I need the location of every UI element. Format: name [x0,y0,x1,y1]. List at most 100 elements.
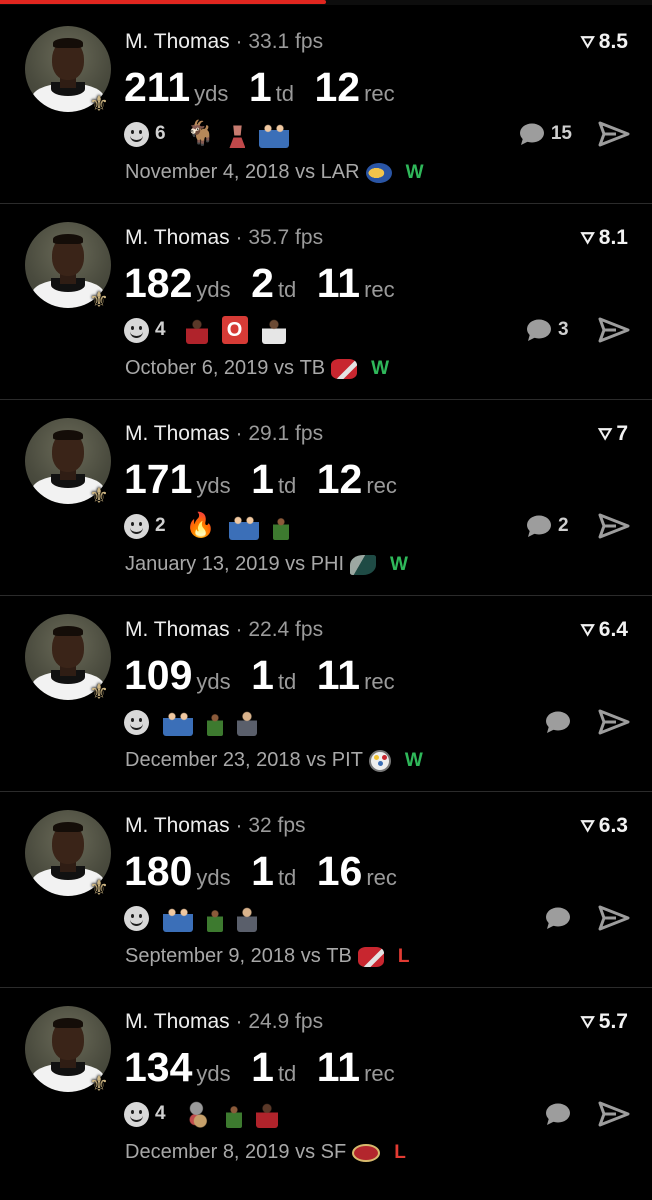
avatar-hair [53,430,83,440]
share-icon[interactable] [598,708,630,736]
play-card[interactable]: ⚜ M. Thomas · 22.4 fps ⛛ 6.4 109 yds 1 td 1… [0,596,652,792]
yards-unit: yds [196,277,231,302]
player-name[interactable]: M. Thomas [125,1010,230,1033]
smiley-reaction-icon[interactable] [124,121,149,147]
top-progress-bar [0,0,652,5]
avatar-hair [53,1018,83,1028]
yards-value: 134 [124,1044,193,1090]
reactions-bar[interactable]: 4 O [124,315,286,345]
goat-sticker-icon: 🐐 [185,120,216,147]
touchdowns-unit: td [277,865,297,890]
smiley-reaction-icon[interactable] [124,317,149,343]
opponent-logo-icon [331,358,358,379]
person-dark-sticker-icon [237,904,257,932]
opponent-logo-icon [357,946,384,967]
game-date: January 13, 2019 [125,553,280,575]
touchdowns-value: 1 [251,848,274,894]
player-name[interactable]: M. Thomas [125,814,230,837]
comment-icon[interactable] [544,708,572,736]
opponent-abbrev[interactable]: TB [300,357,326,380]
sticker-list [172,1100,278,1128]
rating-value: 7 [616,422,628,445]
opponent-abbrev[interactable]: SF [321,1141,347,1164]
comment-icon[interactable] [518,120,546,148]
opponent-abbrev[interactable]: PHI [311,553,344,576]
yards-unit: yds [194,81,229,106]
card-actions [544,904,630,932]
reactions-bar[interactable] [124,903,257,933]
player-name[interactable]: M. Thomas [125,618,230,641]
rating-value: 5.7 [598,1010,628,1033]
share-icon[interactable] [598,316,630,344]
share-icon[interactable] [598,120,630,148]
rating: ⛛ 6.3 [581,814,628,838]
smiley-reaction-icon[interactable] [124,709,149,735]
share-icon[interactable] [598,904,630,932]
smiley-reaction-icon[interactable] [124,513,149,539]
title-separator: · [235,422,243,445]
play-card[interactable]: ⚜ M. Thomas · 35.7 fps ⛛ 8.1 182 yds 2 td 1… [0,204,652,400]
comment-icon[interactable] [525,316,553,344]
touchdowns-value: 2 [251,260,274,306]
opponent-abbrev[interactable]: LAR [321,161,360,184]
title-separator: · [235,30,243,53]
versus-label: vs [300,945,321,967]
play-feed[interactable]: ⚜ M. Thomas · 33.1 fps ⛛ 8.5 211 yds 1 td 1… [0,8,652,1184]
rating-value: 6.4 [598,618,628,641]
rating-icon: ⛛ [580,1013,595,1032]
yards-value: 182 [124,260,193,306]
person-green-sticker-icon [273,512,290,540]
rating: ⛛ 8.1 [581,226,628,250]
card-title: M. Thomas · 32 fps [125,814,306,838]
play-card[interactable]: ⚜ M. Thomas · 33.1 fps ⛛ 8.5 211 yds 1 td 1… [0,8,652,204]
receptions-unit: rec [366,473,397,498]
reactions-bar[interactable] [124,707,257,737]
people-sticker-icon [163,904,193,932]
touchdowns-value: 1 [248,64,272,110]
receptions-unit: rec [364,81,395,106]
play-card[interactable]: ⚜ M. Thomas · 32 fps ⛛ 6.3 180 yds 1 td 16 r… [0,792,652,988]
sticker-list: 🔥 [172,512,290,540]
card-title: M. Thomas · 33.1 fps [125,30,323,54]
smiley-reaction-icon[interactable] [124,1101,149,1127]
person-dark-sticker-icon [237,708,257,736]
rating: ⛛ 8.5 [581,30,628,54]
share-icon[interactable] [598,1100,630,1128]
person-green-sticker-icon [225,1100,242,1128]
opponent-abbrev[interactable]: TB [326,945,352,968]
comment-icon[interactable] [544,1100,572,1128]
play-card[interactable]: ⚜ M. Thomas · 24.9 fps ⛛ 5.7 134 yds 1 td 1… [0,988,652,1184]
touchdowns-value: 1 [251,652,274,698]
opponent-abbrev[interactable]: PIT [332,749,363,772]
rating-icon: ⛛ [580,33,595,52]
fps-value: 33.1 fps [248,30,324,53]
fleur-de-lis-icon: ⚜ [89,287,109,312]
comment-icon[interactable] [544,904,572,932]
card-actions [544,708,630,736]
yards-unit: yds [196,473,231,498]
letter-o-sticker-icon: O [221,316,248,344]
player-name[interactable]: M. Thomas [125,226,230,249]
play-card[interactable]: ⚜ M. Thomas · 29.1 fps ⛛ 7 171 yds 1 td 12 r… [0,400,652,596]
rating-value: 8.5 [598,30,628,53]
game-meta: November 4, 2018 vs LAR W [125,161,424,184]
versus-label: vs [274,357,294,379]
stats-line: 180 yds 1 td 16 rec [124,848,413,895]
stats-line: 182 yds 2 td 11 rec [124,260,411,307]
smiley-reaction-icon[interactable] [124,905,149,931]
reactions-bar[interactable]: 6 🐐 [124,119,290,149]
comment-icon[interactable] [525,512,553,540]
receptions-value: 11 [316,260,361,306]
person-green-sticker-icon [207,904,223,932]
receptions-value: 16 [316,848,363,894]
reactions-bar[interactable]: 2 🔥 [124,511,290,541]
player-name[interactable]: M. Thomas [125,422,230,445]
yards-value: 180 [124,848,193,894]
player-name[interactable]: M. Thomas [125,30,230,53]
game-date: September 9, 2018 [125,945,296,967]
game-date: October 6, 2019 [125,357,269,379]
card-title: M. Thomas · 24.9 fps [125,1010,323,1034]
share-icon[interactable] [598,512,630,540]
title-separator: · [235,618,243,641]
reactions-bar[interactable]: 4 [124,1099,278,1129]
